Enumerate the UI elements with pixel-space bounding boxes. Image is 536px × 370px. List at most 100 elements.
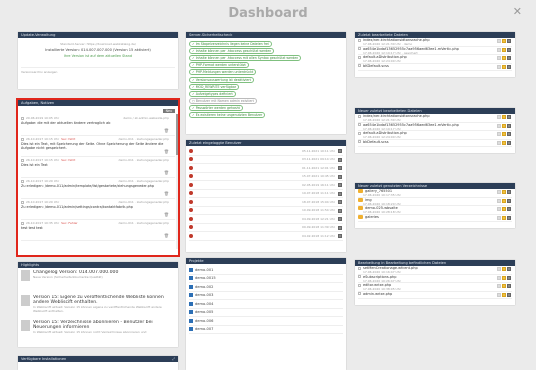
- project-row[interactable]: demo-004: [189, 300, 343, 309]
- edit-icon[interactable]: [338, 157, 342, 162]
- edit-icon[interactable]: [497, 39, 501, 43]
- file-item[interactable]: bkDefault.scss: [358, 140, 512, 147]
- edit-icon[interactable]: [338, 191, 342, 196]
- edit-icon[interactable]: [497, 207, 501, 212]
- edit-icon[interactable]: [338, 200, 342, 204]
- highlight-item[interactable]: Version 15: Verzeichnisse abonnieren - B…: [21, 320, 175, 342]
- delete-icon[interactable]: [507, 267, 511, 271]
- delete-icon[interactable]: [507, 292, 511, 297]
- open-folder-icon[interactable]: [502, 215, 506, 220]
- task-checkbox[interactable]: [21, 137, 24, 141]
- trash-icon[interactable]: 🗑: [164, 128, 169, 133]
- highlight-item[interactable]: Version 15: Eigene zu veröffentlichende …: [21, 295, 175, 317]
- delete-icon[interactable]: [507, 132, 511, 137]
- open-folder-icon[interactable]: [502, 267, 506, 271]
- close-icon[interactable]: ✕: [513, 5, 522, 18]
- open-folder-icon[interactable]: [502, 292, 506, 297]
- open-folder-icon[interactable]: [502, 275, 506, 280]
- edit-icon[interactable]: [497, 56, 501, 61]
- open-folder-icon[interactable]: [502, 132, 506, 137]
- folder-item[interactable]: galeries: [358, 214, 512, 222]
- task-item[interactable]: 26.10.2017 10:15 Uhr Sec: fehlt demo-011 ·…: [21, 136, 175, 157]
- file-item[interactable]: bKDefault.scss: [358, 64, 512, 71]
- edit-icon[interactable]: [497, 215, 501, 220]
- trash-icon[interactable]: 🗑: [164, 149, 169, 154]
- open-folder-icon[interactable]: [502, 207, 506, 212]
- task-checkbox[interactable]: [21, 221, 24, 225]
- project-row[interactable]: demo-001: [189, 266, 343, 275]
- delete-icon[interactable]: [507, 123, 511, 128]
- edit-icon[interactable]: [338, 217, 342, 221]
- delete-icon[interactable]: [507, 64, 511, 69]
- delete-icon[interactable]: [507, 275, 511, 280]
- task-item[interactable]: 26.10.2017 10:20 Uhr demo-011 · ziehungsg…: [21, 178, 175, 199]
- task-item[interactable]: 20.06.2019 10:05 Uhr demo / at-admin.webw…: [21, 115, 175, 136]
- edit-icon[interactable]: [497, 198, 501, 203]
- file-item[interactable]: editor.wrixe.php 17.06.2020 10:38:05 Uhr: [358, 283, 512, 292]
- edit-icon[interactable]: [497, 115, 501, 119]
- file-item[interactable]: aa654e1bdaf13652955c7aa956aed63ee1.mVert…: [358, 123, 512, 132]
- trash-icon[interactable]: 🗑: [164, 191, 169, 196]
- task-item[interactable]: 26.10.2017 10:35 Uhr Sec: Fehler demo-011 …: [21, 220, 175, 241]
- open-folder-icon[interactable]: [502, 198, 506, 203]
- open-folder-icon[interactable]: [502, 140, 506, 145]
- project-row[interactable]: demo-005: [189, 309, 343, 317]
- open-folder-icon[interactable]: [502, 190, 506, 194]
- open-folder-icon[interactable]: [502, 64, 506, 69]
- edit-icon[interactable]: [338, 174, 342, 179]
- folder-item[interactable]: demo-025-wbsaite 17.06.2020 10:28:18 Uhr: [358, 206, 512, 215]
- edit-icon[interactable]: [338, 149, 342, 153]
- file-item[interactable]: default.aDistribution.php 17.06.2020 12:2…: [358, 55, 512, 64]
- open-folder-icon[interactable]: [502, 56, 506, 61]
- delete-icon[interactable]: [507, 215, 511, 220]
- trash-icon[interactable]: 🗑: [164, 212, 169, 217]
- edit-icon[interactable]: [497, 284, 501, 289]
- file-item[interactable]: eSubscriptions.php 17.06.2020 10:26:47 Uh…: [358, 275, 512, 284]
- file-item[interactable]: index/ner-kirchtationsidtonsrache.php 17.…: [358, 38, 512, 47]
- project-row[interactable]: demo-002: [189, 283, 343, 292]
- new-task-button[interactable]: Neu: [162, 109, 175, 113]
- project-row[interactable]: demo-006: [189, 317, 343, 326]
- version-archive-link[interactable]: Versionsarchiv anzeigen: [21, 67, 175, 74]
- edit-icon[interactable]: [338, 225, 342, 230]
- task-checkbox[interactable]: [21, 116, 24, 120]
- open-folder-icon[interactable]: [502, 123, 506, 128]
- delete-icon[interactable]: [507, 140, 511, 145]
- task-checkbox[interactable]: [21, 200, 24, 204]
- open-folder-icon[interactable]: [502, 284, 506, 289]
- open-folder-icon[interactable]: [502, 39, 506, 43]
- delete-icon[interactable]: [507, 284, 511, 289]
- delete-icon[interactable]: [507, 39, 511, 43]
- file-item[interactable]: default.aDistribution.php 17.06.2020 12:2…: [358, 131, 512, 140]
- task-item[interactable]: 26.10.2017 10:15 Uhr Sec: fehlt demo-011 ·…: [21, 157, 175, 178]
- file-item[interactable]: index/ner-kirchtationsidtonsrache.php 17.…: [358, 114, 512, 123]
- delete-icon[interactable]: [507, 190, 511, 194]
- open-folder-icon[interactable]: [502, 47, 506, 52]
- file-item[interactable]: aa654e1bdaf13652955c7aa956aed63ee1.mVert…: [358, 47, 512, 56]
- project-row[interactable]: demo-007: [189, 326, 343, 334]
- project-row[interactable]: demo-003: [189, 292, 343, 300]
- delete-icon[interactable]: [507, 198, 511, 203]
- delete-icon[interactable]: [507, 115, 511, 119]
- trash-icon[interactable]: 🗑: [164, 170, 169, 175]
- task-item[interactable]: 26.10.2017 10:20 Uhr demo-011 · ziehungsg…: [21, 199, 175, 220]
- delete-icon[interactable]: [507, 47, 511, 52]
- edit-icon[interactable]: [338, 208, 342, 213]
- edit-icon[interactable]: [497, 132, 501, 137]
- task-checkbox[interactable]: [21, 179, 24, 183]
- edit-icon[interactable]: [497, 47, 501, 52]
- file-item[interactable]: setMenCreationage.wfcent.php 17.06.2020 1…: [358, 266, 512, 275]
- expand-icon[interactable]: ⤢: [172, 356, 175, 362]
- edit-icon[interactable]: [497, 64, 501, 69]
- task-checkbox[interactable]: [21, 158, 24, 162]
- file-item[interactable]: admin.wrixe.php: [358, 292, 512, 299]
- edit-icon[interactable]: [338, 166, 342, 170]
- edit-icon[interactable]: [497, 267, 501, 271]
- delete-icon[interactable]: [507, 56, 511, 61]
- folder-item[interactable]: img 17.06.2020 10:18:20 Uhr: [358, 197, 512, 207]
- edit-icon[interactable]: [338, 234, 342, 238]
- edit-icon[interactable]: [497, 123, 501, 128]
- project-row[interactable]: demo-0015: [189, 275, 343, 283]
- edit-icon[interactable]: [497, 292, 501, 297]
- edit-icon[interactable]: [338, 183, 342, 187]
